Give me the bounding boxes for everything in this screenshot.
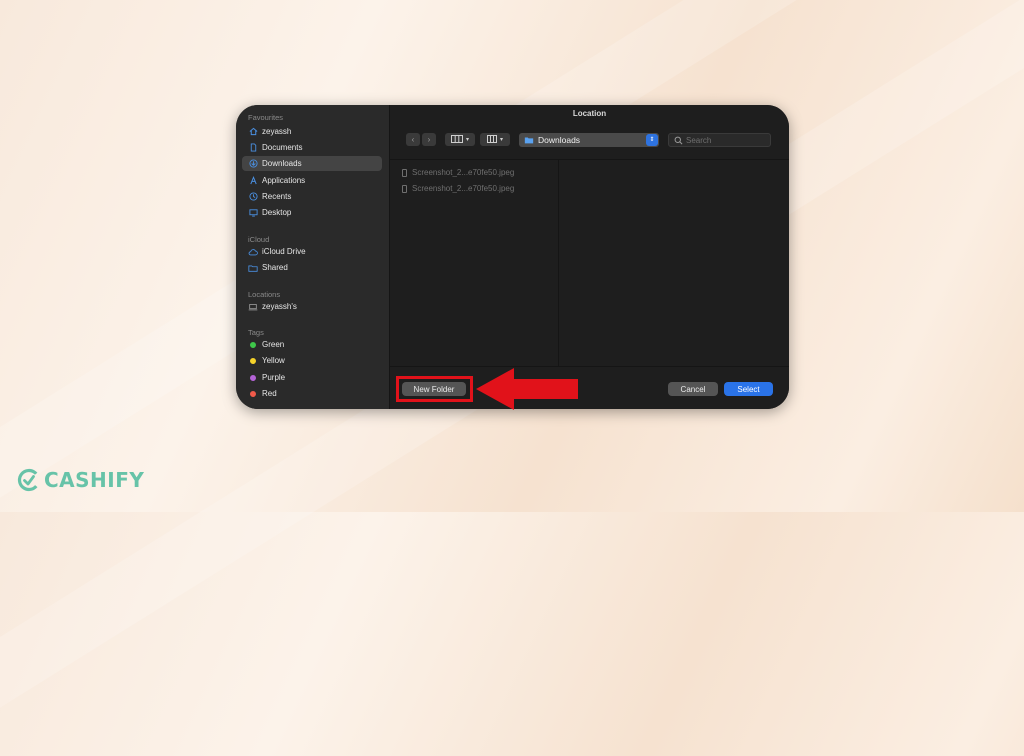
view-mode-button[interactable]: ▾ [445,133,475,146]
sidebar-tag-green[interactable]: Green [242,337,382,352]
sidebar-item-recents[interactable]: Recents [242,189,382,204]
tag-color-dot [250,390,256,397]
sidebar-item-computer[interactable]: zeyassh's [242,299,382,314]
new-folder-highlight-box [396,376,473,402]
laptop-icon [246,303,260,311]
chevron-right-icon: › [427,135,431,144]
forward-button[interactable]: › [422,133,436,146]
sidebar-item-label: Documents [262,143,303,152]
folder-icon [524,136,534,144]
window-title: Location [572,109,607,118]
sidebar-tag-purple[interactable]: Purple [242,370,382,385]
tags-section-title: Tags [248,328,264,337]
sidebar-item-home[interactable]: zeyassh [242,124,382,139]
grid-icon [486,134,497,145]
locations-section-title: Locations [248,290,281,299]
home-icon [246,127,260,136]
sidebar-tag-red[interactable]: Red [242,386,382,401]
file-picker-dialog: Favourites zeyassh Documents Downloads A… [236,105,789,409]
tag-color-dot [250,357,256,364]
favourites-section-title: Favourites [248,113,284,122]
sidebar-item-label: zeyassh [262,127,292,136]
main-pane: Location ‹ › ▾ ▾ Downloads ⇕ Search Scre… [390,105,789,409]
column-browser: Screenshot_2...e70fe50.jpeg Screenshot_2… [390,159,789,368]
sidebar-item-desktop[interactable]: Desktop [242,205,382,220]
sidebar-item-downloads[interactable]: Downloads [242,156,382,171]
search-field[interactable] [668,133,771,147]
search-input[interactable] [686,135,766,145]
red-arrow-icon [476,368,578,410]
toolbar: ‹ › ▾ ▾ Downloads ⇕ Search [390,129,789,151]
search-icon [674,136,683,145]
chevron-down-icon: ▾ [465,137,469,143]
sidebar-item-applications[interactable]: Applications [242,173,382,188]
sidebar-item-label: Desktop [262,208,292,217]
sidebar-item-label: Yellow [262,356,285,365]
sidebar-item-label: Green [262,340,285,349]
sidebar-item-label: Red [262,389,277,398]
sidebar-tag-yellow[interactable]: Yellow [242,353,382,368]
sidebar-item-label: Purple [262,373,286,382]
cashify-c-icon [17,468,41,492]
columns-view-icon [450,134,463,145]
sidebar-item-shared[interactable]: Shared [242,260,382,275]
select-button[interactable]: Select [724,382,773,396]
file-icon [402,184,407,193]
sidebar-item-documents[interactable]: Documents [242,140,382,155]
location-dropdown[interactable]: Downloads ⇕ [519,133,659,147]
group-by-button[interactable]: ▾ [480,133,510,146]
applications-icon [246,176,260,185]
sidebar-item-label: zeyassh's [262,302,297,311]
tag-color-dot [250,374,256,381]
sidebar-item-label: Shared [262,263,288,272]
file-column: Screenshot_2...e70fe50.jpeg Screenshot_2… [390,160,559,368]
up-down-chevron-icon: ⇕ [646,134,658,146]
icloud-section-title: iCloud [248,235,270,244]
location-value: Downloads [538,135,581,145]
cancel-button[interactable]: Cancel [668,382,718,396]
file-item[interactable]: Screenshot_2...e70fe50.jpeg [402,184,514,193]
chevron-left-icon: ‹ [411,135,415,144]
download-icon [246,159,260,168]
sidebar-item-label: Applications [262,176,306,185]
brand-name: CASHIFY [44,468,145,492]
chevron-down-icon: ▾ [499,137,503,143]
file-item[interactable]: Screenshot_2...e70fe50.jpeg [402,168,514,177]
sidebar-item-label: Recents [262,192,292,201]
sidebar-item-label: Downloads [262,159,302,168]
document-icon [246,143,260,152]
back-button[interactable]: ‹ [406,133,420,146]
cashify-logo: CASHIFY [17,468,144,492]
sidebar: Favourites zeyassh Documents Downloads A… [236,105,390,409]
cloud-icon [246,248,260,256]
file-name: Screenshot_2...e70fe50.jpeg [412,168,515,177]
file-icon [402,168,407,177]
sidebar-item-icloud-drive[interactable]: iCloud Drive [242,244,382,259]
clock-icon [246,192,260,201]
tag-color-dot [250,341,256,348]
shared-folder-icon [246,264,260,272]
desktop-icon [246,208,260,217]
sidebar-item-label: iCloud Drive [262,247,306,256]
file-name: Screenshot_2...e70fe50.jpeg [412,184,515,193]
